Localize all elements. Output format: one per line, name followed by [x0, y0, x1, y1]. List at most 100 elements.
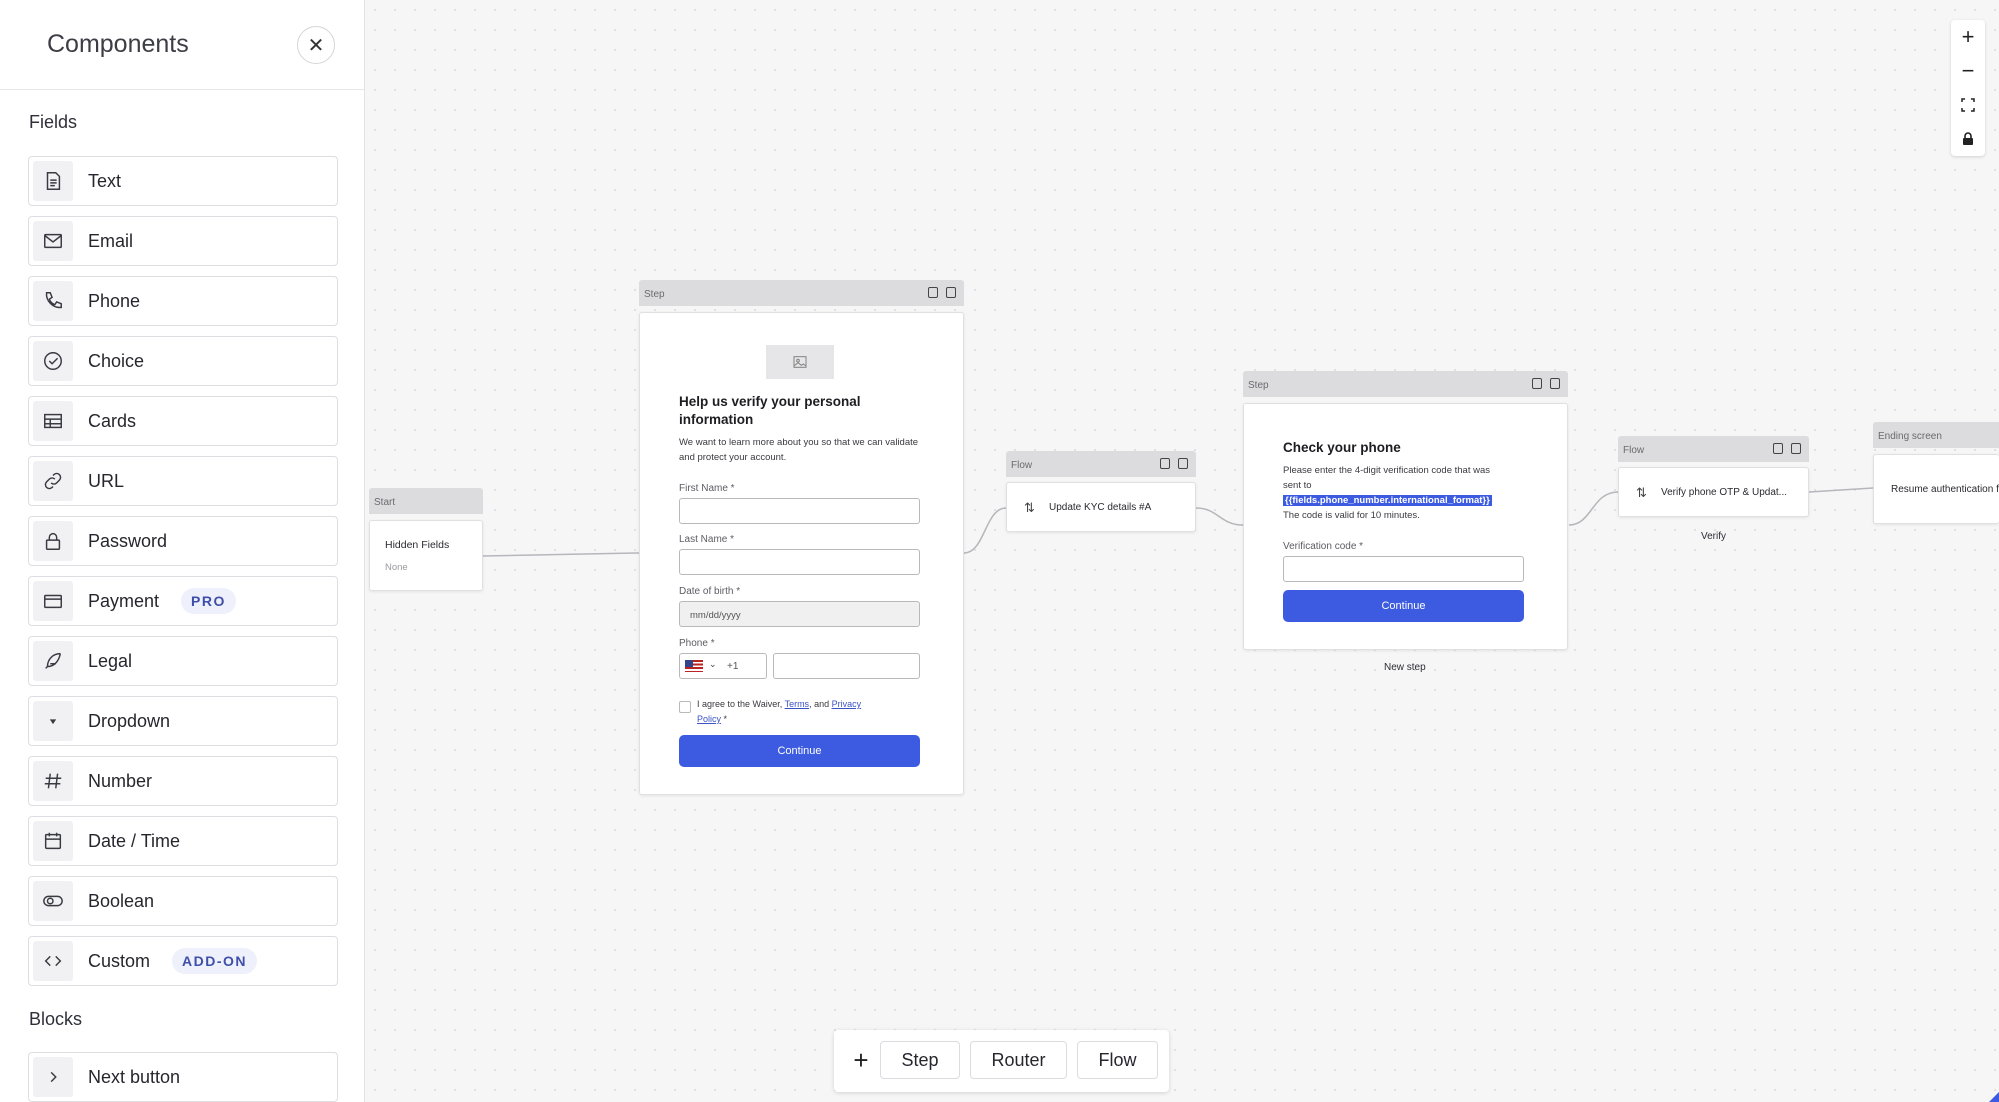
close-button[interactable]: ✕	[297, 26, 335, 64]
lock-icon	[33, 521, 73, 561]
component-boolean[interactable]: Boolean	[28, 876, 338, 926]
minus-icon: −	[1961, 58, 1975, 83]
policy-link[interactable]: Policy	[697, 714, 721, 724]
pro-badge: PRO	[181, 588, 236, 614]
blocks-list: Next button	[28, 1052, 338, 1102]
start-node-header[interactable]: Start	[369, 488, 483, 514]
phone-icon	[33, 281, 73, 321]
add-flow-button[interactable]: Flow	[1077, 1041, 1158, 1079]
add-router-button[interactable]: Router	[970, 1041, 1067, 1079]
flow1-label: Update KYC details #A	[1049, 502, 1152, 513]
agree-prefix: I agree to the Waiver,	[697, 699, 785, 709]
add-step-button[interactable]: Step	[880, 1041, 960, 1079]
flow-canvas[interactable]	[365, 0, 1999, 1102]
fields-list: Text Email Phone Choice Cards URL Passwo…	[28, 156, 338, 996]
component-label: Dropdown	[88, 711, 171, 731]
agree-text: I agree to the Waiver, Terms, and Privac…	[697, 697, 917, 727]
component-url[interactable]: URL	[28, 456, 338, 506]
add-on-badge: ADD-ON	[172, 948, 257, 974]
agree-mid: , and	[809, 699, 832, 709]
duplicate-icon[interactable]	[1532, 378, 1542, 389]
privacy-link[interactable]: Privacy	[832, 699, 862, 709]
cards-icon	[33, 401, 73, 441]
agree-checkbox[interactable]	[679, 701, 691, 713]
component-number[interactable]: Number	[28, 756, 338, 806]
component-text[interactable]: Text	[28, 156, 338, 206]
component-email[interactable]: Email	[28, 216, 338, 266]
phone-number-input[interactable]	[773, 653, 920, 679]
component-phone[interactable]: Phone	[28, 276, 338, 326]
last-name-input[interactable]	[679, 549, 920, 575]
ending-node-header[interactable]: Ending screen	[1873, 422, 1999, 448]
component-label: Text	[88, 171, 122, 191]
chevron-right-icon	[33, 1057, 73, 1097]
verification-code-input[interactable]	[1283, 556, 1524, 582]
step1-heading: Help us verify your personal information	[679, 394, 861, 427]
flow1-node-header[interactable]: Flow	[1006, 451, 1196, 477]
component-cards[interactable]: Cards	[28, 396, 338, 446]
ending-node[interactable]: Resume authentication f	[1873, 454, 1999, 524]
start-node[interactable]: Hidden Fields None	[369, 520, 483, 591]
duplicate-icon[interactable]	[928, 287, 938, 298]
component-label: Password	[88, 531, 168, 551]
country-code-select[interactable]: ⌄ +1	[679, 653, 767, 679]
component-label: Custom	[88, 951, 151, 971]
phone-label: Phone *	[679, 638, 715, 649]
flow2-node[interactable]: ⇅ Verify phone OTP & Updat...	[1618, 467, 1809, 517]
step1-subtext: We want to learn more about you so that …	[679, 437, 919, 463]
flow1-node[interactable]: ⇅ Update KYC details #A	[1006, 482, 1196, 532]
step1-node-header[interactable]: Step	[639, 280, 964, 306]
zoom-controls: + −	[1951, 20, 1985, 156]
zoom-in-button[interactable]: +	[1951, 20, 1985, 54]
toggle-icon	[33, 881, 73, 921]
duplicate-icon[interactable]	[1160, 458, 1170, 469]
zoom-out-button[interactable]: −	[1951, 54, 1985, 88]
duplicate-icon[interactable]	[1773, 443, 1783, 454]
calendar-icon	[33, 821, 73, 861]
trash-icon[interactable]	[946, 287, 956, 298]
first-name-input[interactable]	[679, 498, 920, 524]
step2-continue-button[interactable]: Continue	[1283, 590, 1524, 622]
component-label: Number	[88, 771, 153, 791]
component-payment[interactable]: Payment PRO	[28, 576, 338, 626]
component-label: Payment	[88, 591, 160, 611]
step1-node[interactable]: Help us verify your personal information…	[639, 312, 964, 795]
node-header-label: Step	[644, 289, 665, 300]
step2-text1: Please enter the 4-digit verification co…	[1283, 465, 1491, 491]
component-custom[interactable]: Custom ADD-ON	[28, 936, 338, 986]
trash-icon[interactable]	[1550, 378, 1560, 389]
lock-button[interactable]	[1951, 122, 1985, 156]
node-header-label: Flow	[1011, 460, 1033, 471]
trash-icon[interactable]	[1178, 458, 1188, 469]
add-icon[interactable]: +	[842, 1041, 880, 1079]
component-label: Cards	[88, 411, 137, 431]
step2-heading: Check your phone	[1283, 440, 1401, 455]
step2-node-header[interactable]: Step	[1243, 371, 1568, 397]
flow2-node-header[interactable]: Flow	[1618, 436, 1809, 462]
node-header-label: Flow	[1623, 445, 1645, 456]
terms-link[interactable]: Terms	[785, 699, 810, 709]
dob-input[interactable]: mm/dd/yyyy	[679, 601, 920, 627]
lock-icon	[1963, 132, 1973, 145]
flow2-caption: Verify	[1701, 531, 1727, 542]
fit-view-button[interactable]	[1951, 88, 1985, 122]
component-password[interactable]: Password	[28, 516, 338, 566]
flow-icon: ⇅	[1024, 500, 1035, 515]
add-node-toolbar: + Step Router Flow	[834, 1030, 1169, 1092]
credit-card-icon	[33, 581, 73, 621]
feather-icon	[33, 641, 73, 681]
component-choice[interactable]: Choice	[28, 336, 338, 386]
component-next-button[interactable]: Next button	[28, 1052, 338, 1102]
component-legal[interactable]: Legal	[28, 636, 338, 686]
component-date-time[interactable]: Date / Time	[28, 816, 338, 866]
component-dropdown[interactable]: Dropdown	[28, 696, 338, 746]
phone-code: +1	[727, 661, 739, 672]
component-label: URL	[88, 471, 125, 491]
agree-suffix: *	[721, 714, 728, 724]
trash-icon[interactable]	[1791, 443, 1801, 454]
verification-code-label: Verification code *	[1283, 541, 1364, 552]
step1-continue-button[interactable]: Continue	[679, 735, 920, 767]
text-doc-icon	[33, 161, 73, 201]
step2-node[interactable]: Check your phone Please enter the 4-digi…	[1243, 403, 1568, 650]
hash-icon	[33, 761, 73, 801]
